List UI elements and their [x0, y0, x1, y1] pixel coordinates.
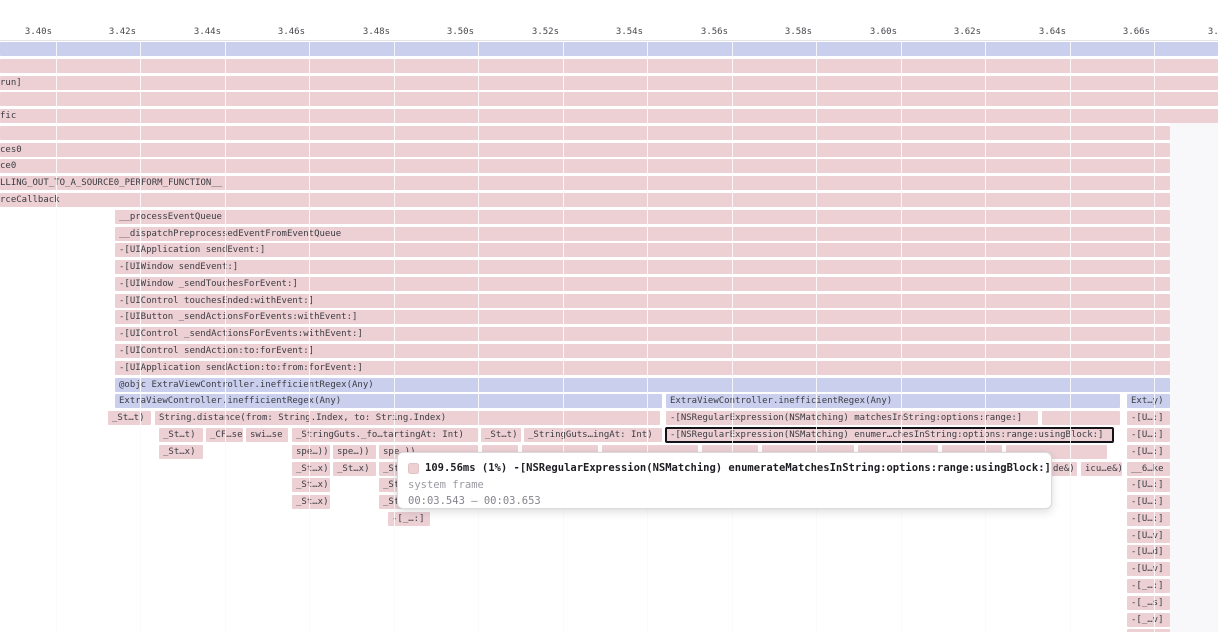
axis-tick-label: 3.56s: [668, 26, 728, 38]
flame-bar[interactable]: -[UIWindow sendEvent:]: [115, 260, 1170, 274]
flame-bar[interactable]: swi…se: [246, 428, 288, 442]
gridline: [816, 42, 817, 632]
gridline: [901, 42, 902, 632]
axis-tick-label: 3.52s: [499, 26, 559, 38]
hover-tooltip: 109.56ms (1%) -[NSRegularExpression(NSMa…: [397, 452, 1052, 509]
gridline: [1070, 42, 1071, 632]
flame-bar[interactable]: -[U…:]: [1127, 512, 1170, 526]
flame-bar[interactable]: -[UIApplication sendEvent:]: [115, 243, 1170, 257]
gridline: [985, 42, 986, 632]
axis-tick-label: 3.44s: [161, 26, 221, 38]
flame-bar[interactable]: -[U…:]: [1127, 411, 1170, 425]
gridline: [56, 42, 57, 632]
axis-tick-label: 3.66s: [1090, 26, 1150, 38]
axis-tick-label: 3.48s: [330, 26, 390, 38]
axis-tick-label: 3.58s: [752, 26, 812, 38]
flame-bar[interactable]: _St…x): [159, 445, 203, 459]
flame-bar[interactable]: __6…ke: [1127, 462, 1170, 476]
axis-tick-label: 3.54s: [583, 26, 643, 38]
gridline: [563, 42, 564, 632]
flame-bar[interactable]: run]: [0, 76, 1218, 90]
flame-bar[interactable]: _St…t): [481, 428, 521, 442]
flame-bar[interactable]: @objc ExtraViewController.inefficientReg…: [115, 378, 1170, 392]
flame-bar[interactable]: _StringGuts…ingAt: Int): [524, 428, 662, 442]
tooltip-subtitle: system frame: [408, 479, 1041, 491]
flame-bar[interactable]: __processEventQueue: [115, 210, 1170, 224]
flame-bar[interactable]: icu…e&): [1081, 462, 1122, 476]
flame-bar[interactable]: _St…t): [108, 411, 151, 425]
flame-bar[interactable]: -[UIWindow _sendTouchesForEvent:]: [115, 277, 1170, 291]
flame-bar[interactable]: -[U…v]: [1127, 562, 1170, 576]
flame-bar[interactable]: -[U…:]: [1127, 428, 1170, 442]
flame-bar[interactable]: __dispatchPreprocessedEventFromEventQueu…: [115, 227, 1170, 241]
flame-bar[interactable]: _St…x): [292, 495, 330, 509]
flame-bar[interactable]: -[U…d]: [1127, 545, 1170, 559]
flame-bar[interactable]: -[UIControl touchesEnded:withEvent:]: [115, 294, 1170, 308]
flame-bar[interactable]: -[_…s]: [1127, 596, 1170, 610]
flame-bar[interactable]: [0, 59, 1218, 73]
gridline: [225, 42, 226, 632]
flame-bar[interactable]: rceCallback: [0, 193, 1170, 207]
axis-tick-label: 3.64s: [1006, 26, 1066, 38]
gridline: [478, 42, 479, 632]
flame-bar[interactable]: -[UIControl _sendActionsForEvents:withEv…: [115, 327, 1170, 341]
flame-bar[interactable]: String.distance(from: String.Index, to: …: [155, 411, 660, 425]
axis-tick-label: 3.68s: [1175, 26, 1218, 38]
track-background: [1170, 120, 1218, 632]
flame-bar[interactable]: -[_…:]: [1127, 579, 1170, 593]
axis-tick-label: 3.40s: [0, 26, 52, 38]
axis-tick-label: 3.62s: [921, 26, 981, 38]
tooltip-color-swatch: [408, 463, 419, 474]
tooltip-time-range: 00:03.543 — 00:03.653: [408, 495, 1041, 507]
flame-graph-view: run] fic ces0 ce0 LLING_OUT_TO_A_SOURCE0_PER…: [0, 0, 1218, 632]
flame-bar[interactable]: -[U…:]: [1127, 445, 1170, 459]
flame-bar[interactable]: -[UIButton _sendActionsForEvents:withEve…: [115, 310, 1170, 324]
flame-bar[interactable]: ces0: [0, 143, 1170, 157]
flame-bar[interactable]: ExtraViewController.inefficientRegex(Any…: [666, 394, 1120, 408]
gridline: [732, 42, 733, 632]
flame-bar[interactable]: -[_…v]: [1127, 613, 1170, 627]
flame-bar[interactable]: fic: [0, 109, 1218, 123]
flame-bar[interactable]: -[NSRegularExpression(NSMatching) matche…: [666, 411, 1038, 425]
gridline: [140, 42, 141, 632]
flame-bar[interactable]: ExtraViewController.inefficientRegex(Any…: [115, 394, 662, 408]
flame-bar[interactable]: spe…)): [292, 445, 330, 459]
flame-bar[interactable]: _St…x): [292, 478, 330, 492]
gridline: [1154, 42, 1155, 632]
flame-bar[interactable]: -[U…:]: [1127, 478, 1170, 492]
flame-bar[interactable]: LLING_OUT_TO_A_SOURCE0_PERFORM_FUNCTION_…: [0, 176, 1170, 190]
time-ruler[interactable]: 3.40s 3.42s 3.44s 3.46s 3.48s 3.50s 3.52s 3.54s…: [0, 0, 1218, 40]
flame-bar-selected[interactable]: -[NSRegularExpression(NSMatching) enumer…: [666, 428, 1113, 442]
axis-tick-label: 3.46s: [245, 26, 305, 38]
gridline: [647, 42, 648, 632]
flame-bar[interactable]: de&): [1050, 462, 1077, 476]
flame-bar[interactable]: -[U…v]: [1127, 529, 1170, 543]
flame-bar[interactable]: ce0: [0, 159, 1170, 173]
flame-bar[interactable]: Ext…y): [1127, 394, 1170, 408]
flame-bar[interactable]: [0, 92, 1218, 106]
flame-bar[interactable]: _St…x): [333, 462, 376, 476]
gridline: [394, 42, 395, 632]
ruler-separator: [0, 40, 1218, 41]
flame-bar[interactable]: _StringGuts._fo…tartingAt: Int): [292, 428, 478, 442]
flame-bar[interactable]: -[UIControl sendAction:to:forEvent:]: [115, 344, 1170, 358]
flame-bar[interactable]: [0, 126, 1170, 140]
axis-tick-label: 3.42s: [76, 26, 136, 38]
flame-bar[interactable]: -[U…:]: [1127, 495, 1170, 509]
axis-tick-label: 3.60s: [837, 26, 897, 38]
flame-bar[interactable]: spe…)): [333, 445, 376, 459]
flame-bar[interactable]: [1042, 411, 1120, 425]
flame-bar[interactable]: _St…x): [292, 462, 330, 476]
gridline: [309, 42, 310, 632]
tooltip-title: 109.56ms (1%) -[NSRegularExpression(NSMa…: [425, 462, 1051, 474]
axis-tick-label: 3.50s: [414, 26, 474, 38]
flame-bar[interactable]: _St…t): [159, 428, 203, 442]
flame-bar[interactable]: -[UIApplication sendAction:to:from:forEv…: [115, 361, 1170, 375]
flame-bar[interactable]: [0, 42, 1218, 56]
